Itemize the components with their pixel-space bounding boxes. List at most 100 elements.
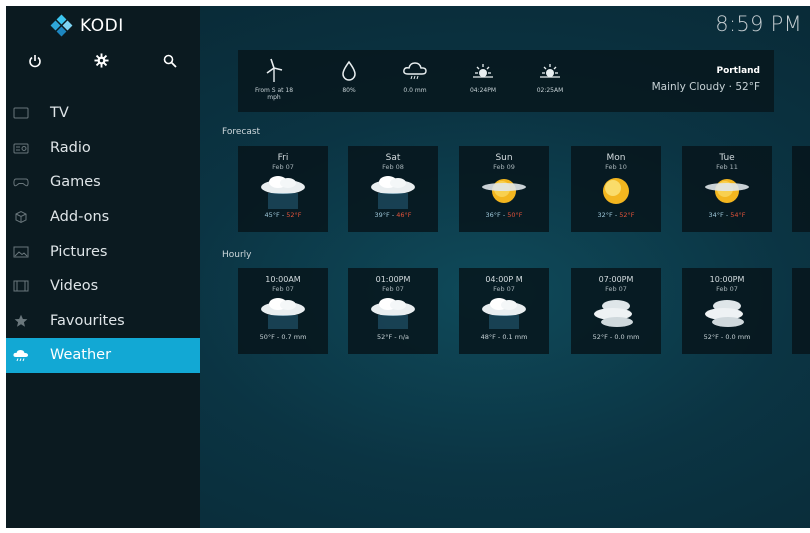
forecast-date: Feb 08 bbox=[382, 163, 404, 171]
forecast-card[interactable]: Fri Feb 07 45°F - 52°F bbox=[238, 146, 328, 232]
search-icon[interactable] bbox=[159, 52, 181, 74]
weather-icon bbox=[12, 348, 30, 362]
forecast-day: Sun bbox=[495, 153, 513, 163]
menu-item-tv[interactable]: TV bbox=[6, 96, 200, 131]
hourly-date: Feb 07 bbox=[272, 285, 294, 293]
hourly-info: 50°F - 0.7 mm bbox=[259, 333, 307, 341]
sunset-info: 02:25AM bbox=[530, 56, 570, 94]
hourly-time: 01:00PM bbox=[375, 275, 411, 284]
rain-cloud-icon bbox=[238, 293, 328, 333]
brand-name: KODI bbox=[80, 16, 124, 36]
forecast-day: Fri bbox=[277, 153, 289, 163]
settings-icon[interactable] bbox=[90, 52, 112, 74]
sun-icon bbox=[571, 171, 661, 211]
clouds-icon bbox=[571, 293, 661, 333]
wind-text: From S at 18 mph bbox=[254, 87, 294, 101]
forecast-card[interactable]: Sun Feb 09 36°F - 50°F bbox=[459, 146, 549, 232]
low-temp: 45°F bbox=[264, 211, 280, 219]
main-menu: TV Radio Games Add-ons Pictures Videos F… bbox=[6, 96, 200, 373]
humidity-info: 80% bbox=[334, 56, 364, 94]
clock: 8:59 PM bbox=[715, 12, 802, 36]
forecast-day: Sat bbox=[385, 153, 401, 163]
hourly-time: 10:00PM bbox=[709, 275, 745, 284]
hourly-time: 07:00PM bbox=[598, 275, 634, 284]
menu-item-label: Favourites bbox=[50, 312, 125, 329]
forecast-date: Feb 07 bbox=[272, 163, 294, 171]
menu-item-favourites[interactable]: Favourites bbox=[6, 304, 200, 339]
hourly-card[interactable]: 07:00PM Feb 07 52°F - 0.0 mm bbox=[571, 268, 661, 354]
menu-item-games[interactable]: Games bbox=[6, 165, 200, 200]
menu-item-radio[interactable]: Radio bbox=[6, 131, 200, 166]
location-block: Portland Mainly Cloudy · 52°F bbox=[652, 66, 760, 93]
forecast-title: Forecast bbox=[222, 127, 261, 137]
tv-icon bbox=[12, 106, 30, 120]
sunset-text: 02:25AM bbox=[536, 87, 564, 94]
sidebar: KODI TV Radio Games Add-ons Pictures Vid… bbox=[6, 6, 200, 528]
hourly-info: 52°F - 0.0 mm bbox=[592, 333, 640, 341]
rain-cloud-icon bbox=[459, 293, 549, 333]
menu-item-label: Weather bbox=[50, 347, 112, 364]
forecast-date: Feb 10 bbox=[605, 163, 627, 171]
menu-item-label: TV bbox=[50, 105, 69, 122]
forecast-card[interactable]: Sat Feb 08 39°F - 46°F bbox=[348, 146, 438, 232]
current-condition: Mainly Cloudy · 52°F bbox=[651, 81, 760, 93]
low-temp: 32°F bbox=[597, 211, 613, 219]
forecast-card[interactable]: Mon Feb 10 32°F - 52°F bbox=[571, 146, 661, 232]
high-temp: 50°F bbox=[507, 211, 523, 219]
hourly-info: 52°F - n/a bbox=[376, 333, 410, 341]
videos-icon bbox=[12, 279, 30, 293]
forecast-date: Feb 11 bbox=[716, 163, 738, 171]
menu-item-pictures[interactable]: Pictures bbox=[6, 234, 200, 269]
hourly-time: 10:00AM bbox=[265, 275, 301, 284]
kodi-logo[interactable]: KODI bbox=[50, 14, 124, 37]
high-temp: 52°F bbox=[619, 211, 635, 219]
sun-cloud-icon bbox=[682, 171, 772, 211]
forecast-card-partial[interactable] bbox=[792, 146, 810, 232]
forecast-temps: 36°F - 50°F bbox=[485, 211, 523, 219]
forecast-temps: 32°F - 52°F bbox=[597, 211, 635, 219]
humidity-drop-icon bbox=[334, 56, 364, 82]
hourly-card[interactable]: 04:00P M Feb 07 48°F - 0.1 mm bbox=[459, 268, 549, 354]
hourly-card-partial[interactable] bbox=[792, 268, 810, 354]
hourly-card[interactable]: 10:00AM Feb 07 50°F - 0.7 mm bbox=[238, 268, 328, 354]
forecast-day: Tue bbox=[719, 153, 735, 163]
hourly-date: Feb 07 bbox=[605, 285, 627, 293]
rain-cloud-icon bbox=[238, 171, 328, 211]
menu-item-weather[interactable]: Weather bbox=[6, 338, 200, 373]
power-icon[interactable] bbox=[24, 52, 46, 74]
low-temp: 39°F bbox=[374, 211, 390, 219]
hourly-title: Hourly bbox=[222, 250, 252, 260]
hourly-card[interactable]: 10:00PM Feb 07 52°F - 0.0 mm bbox=[682, 268, 772, 354]
radio-icon bbox=[12, 141, 30, 155]
forecast-temps: 39°F - 46°F bbox=[374, 211, 412, 219]
star-icon bbox=[12, 314, 30, 328]
menu-item-label: Pictures bbox=[50, 243, 108, 260]
sun-cloud-icon bbox=[459, 171, 549, 211]
hourly-card[interactable]: 01:00PM Feb 07 52°F - n/a bbox=[348, 268, 438, 354]
low-temp: 34°F bbox=[708, 211, 724, 219]
menu-item-label: Add-ons bbox=[50, 209, 110, 226]
forecast-day: Mon bbox=[606, 153, 626, 163]
forecast-temps: 45°F - 52°F bbox=[264, 211, 302, 219]
top-icon-bar bbox=[6, 52, 200, 76]
hourly-date: Feb 07 bbox=[382, 285, 404, 293]
precipitation-info: 0.0 mm bbox=[395, 56, 435, 94]
menu-item-label: Videos bbox=[50, 278, 99, 295]
hourly-time: 04:00P M bbox=[485, 275, 523, 284]
hourly-date: Feb 07 bbox=[493, 285, 515, 293]
menu-item-videos[interactable]: Videos bbox=[6, 269, 200, 304]
menu-item-label: Radio bbox=[50, 139, 91, 156]
kodi-screen: KODI TV Radio Games Add-ons Pictures Vid… bbox=[6, 6, 810, 528]
location-name: Portland bbox=[716, 66, 760, 76]
rain-cloud-icon bbox=[348, 171, 438, 211]
menu-item-addons[interactable]: Add-ons bbox=[6, 200, 200, 235]
current-conditions-panel: From S at 18 mph 80% 0.0 mm 04:24PM 02:2… bbox=[238, 50, 774, 112]
forecast-temps: 34°F - 54°F bbox=[708, 211, 746, 219]
rain-cloud-outline-icon bbox=[395, 56, 435, 82]
forecast-card[interactable]: Tue Feb 11 34°F - 54°F bbox=[682, 146, 772, 232]
gamepad-icon bbox=[12, 175, 30, 189]
addons-icon bbox=[12, 210, 30, 224]
sunset-icon bbox=[530, 56, 570, 82]
high-temp: 54°F bbox=[730, 211, 746, 219]
wind-info: From S at 18 mph bbox=[250, 56, 298, 101]
